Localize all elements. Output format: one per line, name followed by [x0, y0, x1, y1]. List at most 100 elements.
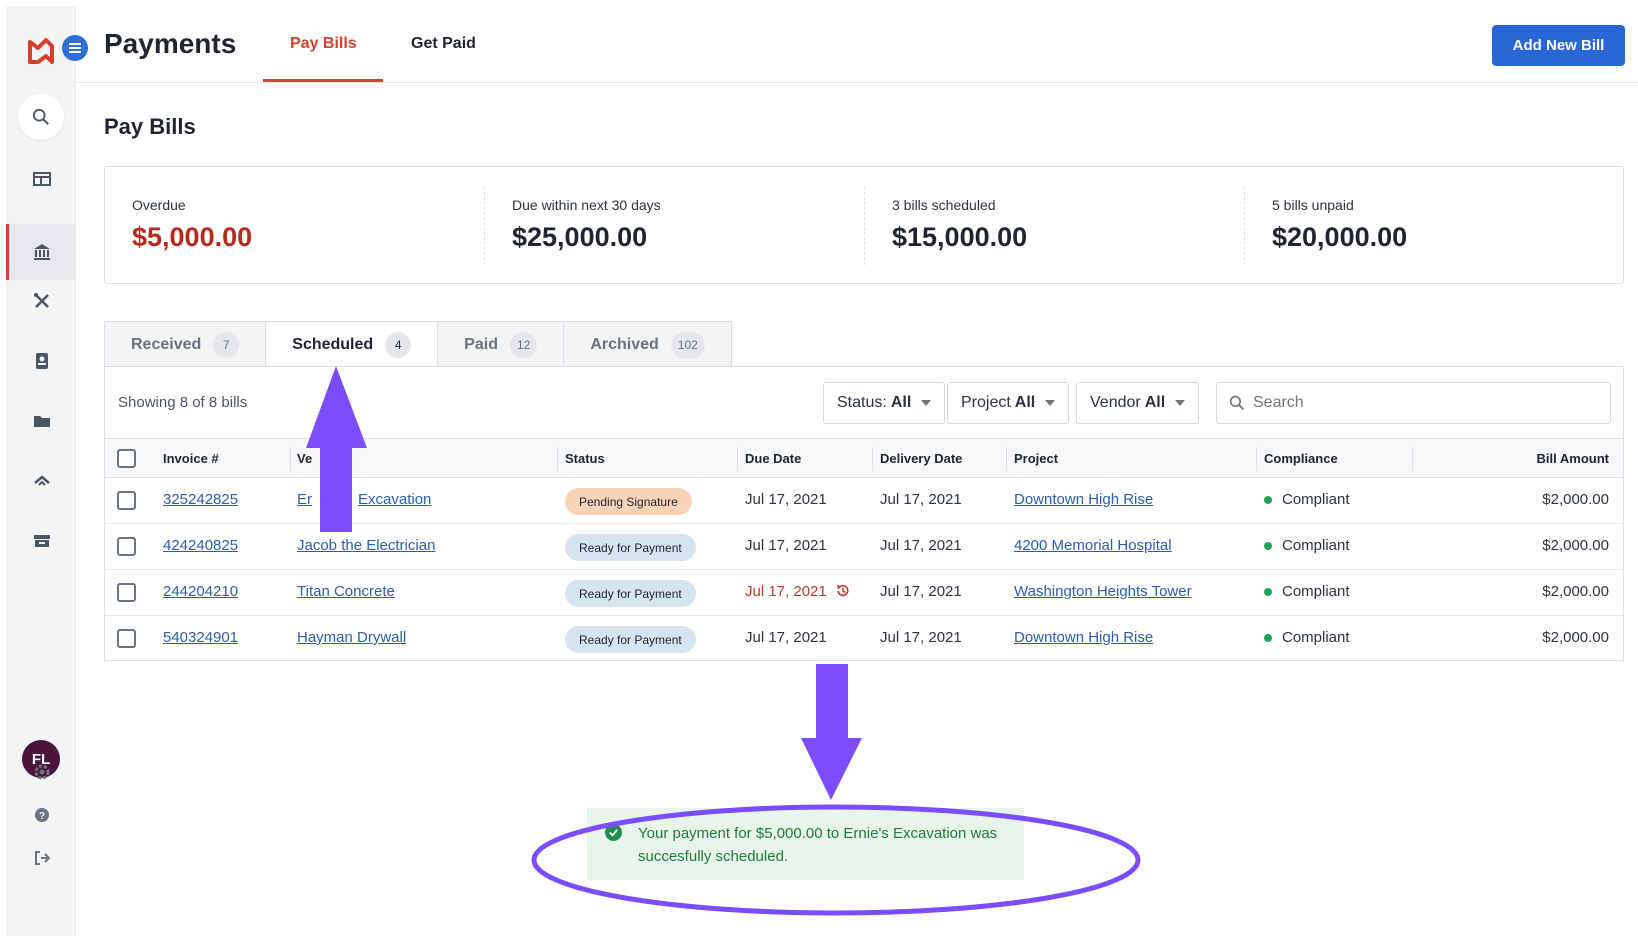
project-filter[interactable]: Project All	[947, 382, 1070, 424]
chevron-down-icon	[1175, 400, 1186, 406]
column-project[interactable]: Project	[1014, 451, 1058, 466]
column-separator	[737, 447, 738, 471]
compliance-status: Compliant	[1264, 537, 1350, 554]
status-dot-icon	[1264, 588, 1272, 597]
stat-value: $25,000.00	[512, 222, 648, 252]
toast-message: Your payment for $5,000.00 to Ernie's Ex…	[638, 825, 998, 865]
dashboard-icon[interactable]	[27, 164, 57, 194]
compliance-status: Compliant	[1264, 629, 1350, 646]
page-title: Pay Bills	[104, 114, 196, 139]
compliance-label: Compliant	[1282, 629, 1350, 646]
header-divider	[76, 82, 1638, 83]
search-input[interactable]	[1253, 394, 1583, 412]
column-separator	[290, 447, 291, 471]
brand-logo-icon[interactable]	[26, 36, 56, 66]
count-badge: 4	[385, 332, 412, 358]
compliance-label: Compliant	[1282, 491, 1350, 508]
tab-label: Paid	[464, 335, 498, 353]
stat-value: $15,000.00	[892, 222, 1028, 252]
column-delivery-date[interactable]: Delivery Date	[880, 451, 962, 466]
project-link[interactable]: Downtown High Rise	[1014, 491, 1153, 508]
column-separator	[872, 447, 873, 471]
column-vendor[interactable]: Ve	[297, 451, 312, 466]
bank-icon[interactable]	[27, 237, 57, 267]
table-header: Invoice # Ve Status Due Date Delivery Da…	[105, 438, 1623, 478]
delivery-date: Jul 17, 2021	[880, 491, 962, 508]
column-separator	[1256, 447, 1257, 471]
menu-icon[interactable]	[62, 35, 88, 61]
help-icon[interactable]: ?	[27, 800, 57, 830]
due-date: Jul 17, 2021	[745, 491, 827, 508]
due-date: Jul 17, 2021	[745, 583, 827, 600]
invoice-link[interactable]: 244204210	[163, 583, 238, 600]
folder-icon[interactable]	[27, 406, 57, 436]
status-filter[interactable]: Status: All	[823, 382, 946, 424]
vendor-link[interactable]: Hayman Drywall	[297, 629, 406, 646]
invoice-link[interactable]: 540324901	[163, 629, 238, 646]
column-invoice[interactable]: Invoice #	[163, 451, 219, 466]
count-badge: 102	[670, 331, 705, 358]
invoice-link[interactable]: 325242825	[163, 491, 238, 508]
chevron-down-icon	[1045, 400, 1056, 406]
contacts-icon[interactable]	[27, 346, 57, 376]
bill-amount: $2,000.00	[1542, 583, 1609, 600]
row-checkbox[interactable]	[117, 629, 136, 648]
due-date: Jul 17, 2021	[745, 629, 827, 646]
column-status[interactable]: Status	[565, 451, 605, 466]
check-circle-icon	[605, 824, 622, 841]
tab-paid[interactable]: Paid 12	[437, 321, 565, 367]
filter-label: Status:	[837, 394, 887, 411]
project-link[interactable]: Washington Heights Tower	[1014, 583, 1192, 600]
row-checkbox[interactable]	[117, 583, 136, 602]
table-row: 244204210 Titan Concrete Ready for Payme…	[105, 570, 1623, 616]
vendor-filter[interactable]: Vendor All	[1076, 382, 1200, 424]
bill-amount: $2,000.00	[1542, 491, 1609, 508]
select-all-checkbox[interactable]	[117, 449, 136, 468]
table-row: 424240825 Jacob the Electrician Ready fo…	[105, 524, 1623, 570]
column-bill-amount[interactable]: Bill Amount	[1537, 451, 1609, 466]
vendor-link[interactable]: Excavation	[358, 491, 431, 508]
status-badge: Pending Signature	[565, 488, 692, 515]
delivery-date: Jul 17, 2021	[880, 537, 962, 554]
stat-scheduled: 3 bills scheduled $15,000.00	[865, 167, 1245, 285]
annotation-arrow-down	[801, 664, 862, 800]
status-dot-icon	[1264, 634, 1272, 643]
status-badge: Ready for Payment	[565, 534, 696, 561]
invoice-link[interactable]: 424240825	[163, 537, 238, 554]
tab-pay-bills[interactable]: Pay Bills	[290, 35, 357, 53]
bill-amount: $2,000.00	[1542, 537, 1609, 554]
filter-value: All	[1014, 394, 1036, 411]
table-row: 325242825 Er Excavation Pending Signatur…	[105, 478, 1623, 524]
bills-panel: Showing 8 of 8 bills Status: All Project…	[104, 366, 1624, 661]
tools-icon[interactable]	[27, 286, 57, 316]
tab-archived[interactable]: Archived 102	[563, 321, 732, 367]
column-compliance[interactable]: Compliance	[1264, 451, 1338, 466]
gear-icon[interactable]	[27, 757, 57, 787]
project-link[interactable]: Downtown High Rise	[1014, 629, 1153, 646]
handshake-icon[interactable]	[27, 466, 57, 496]
tab-get-paid[interactable]: Get Paid	[411, 35, 476, 53]
tab-received[interactable]: Received 7	[104, 321, 267, 367]
vendor-link[interactable]: Titan Concrete	[297, 583, 395, 600]
search-icon[interactable]	[18, 94, 64, 140]
stat-label: Overdue	[132, 197, 186, 213]
column-separator	[1412, 447, 1413, 471]
count-badge: 7	[213, 331, 240, 358]
vendor-link[interactable]: Er	[297, 491, 312, 508]
column-separator	[557, 447, 558, 471]
bill-amount: $2,000.00	[1542, 629, 1609, 646]
tab-scheduled[interactable]: Scheduled 4	[265, 321, 439, 368]
logout-icon[interactable]	[27, 843, 57, 873]
archive-icon[interactable]	[27, 526, 57, 556]
row-checkbox[interactable]	[117, 491, 136, 510]
stat-due-30-days: Due within next 30 days $25,000.00	[485, 167, 865, 285]
compliance-label: Compliant	[1282, 583, 1350, 600]
filter-label: Project	[961, 394, 1011, 411]
search-field[interactable]	[1216, 382, 1611, 424]
row-checkbox[interactable]	[117, 537, 136, 556]
column-due-date[interactable]: Due Date	[745, 451, 801, 466]
status-dot-icon	[1264, 496, 1272, 505]
add-new-bill-button[interactable]: Add New Bill	[1492, 25, 1625, 66]
project-link[interactable]: 4200 Memorial Hospital	[1014, 537, 1172, 554]
vendor-link[interactable]: Jacob the Electrician	[297, 537, 435, 554]
